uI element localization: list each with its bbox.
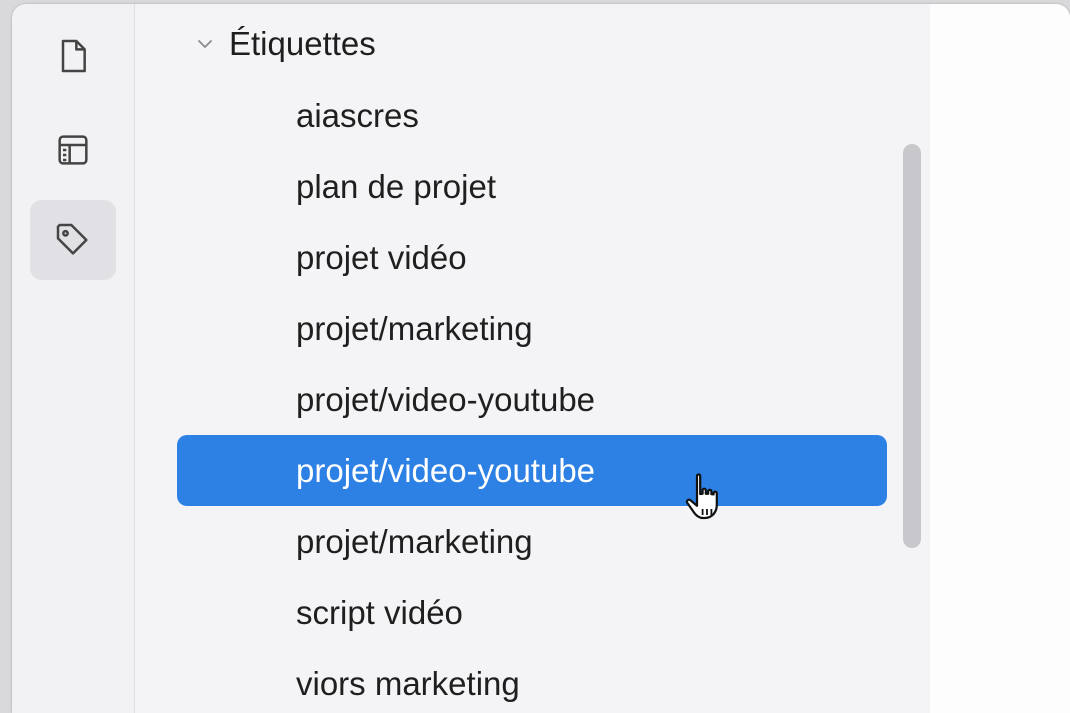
tag-item[interactable]: projet/marketing (177, 293, 887, 364)
templates-button[interactable] (30, 110, 116, 190)
tag-item-selected[interactable]: projet/video-youtube (177, 435, 887, 520)
tag-label: viors marketing (296, 664, 520, 702)
app-window: Étiquettes aiascres plan de projet proje… (12, 4, 1070, 713)
table-layout-icon (58, 135, 88, 165)
tag-item[interactable]: projet/marketing (177, 506, 887, 577)
tag-label: projet/marketing (296, 309, 533, 347)
tag-label: plan de projet (296, 167, 496, 205)
tag-item[interactable]: script vidéo (177, 577, 887, 648)
tag-item[interactable]: plan de projet (177, 151, 887, 222)
tag-label: projet/video-youtube (296, 451, 596, 489)
content-area (930, 4, 1070, 713)
tag-label: aiascres (296, 96, 419, 134)
tag-item[interactable]: projet vidéo (177, 222, 887, 293)
file-icon (61, 39, 86, 73)
tag-label: projet/marketing (296, 522, 533, 560)
tag-label: projet vidéo (296, 238, 467, 276)
tag-list: aiascres plan de projet projet vidéo pro… (177, 80, 887, 713)
tag-label: script vidéo (296, 593, 463, 631)
tags-sidebar: Étiquettes aiascres plan de projet proje… (135, 4, 930, 713)
sidebar-scrollbar[interactable] (903, 144, 921, 548)
section-title: Étiquettes (229, 25, 376, 62)
tags-button[interactable] (30, 200, 116, 280)
chevron-down-icon[interactable] (195, 34, 215, 54)
tag-icon (56, 223, 88, 255)
tag-item[interactable]: projet/video-youtube (177, 364, 887, 435)
tags-section-header[interactable]: Étiquettes (195, 22, 376, 66)
tag-item[interactable]: viors marketing (177, 648, 887, 713)
icon-rail (12, 4, 135, 713)
tag-label: projet/video-youtube (296, 380, 596, 418)
tag-item[interactable]: aiascres (177, 80, 887, 151)
files-button[interactable] (30, 16, 116, 96)
